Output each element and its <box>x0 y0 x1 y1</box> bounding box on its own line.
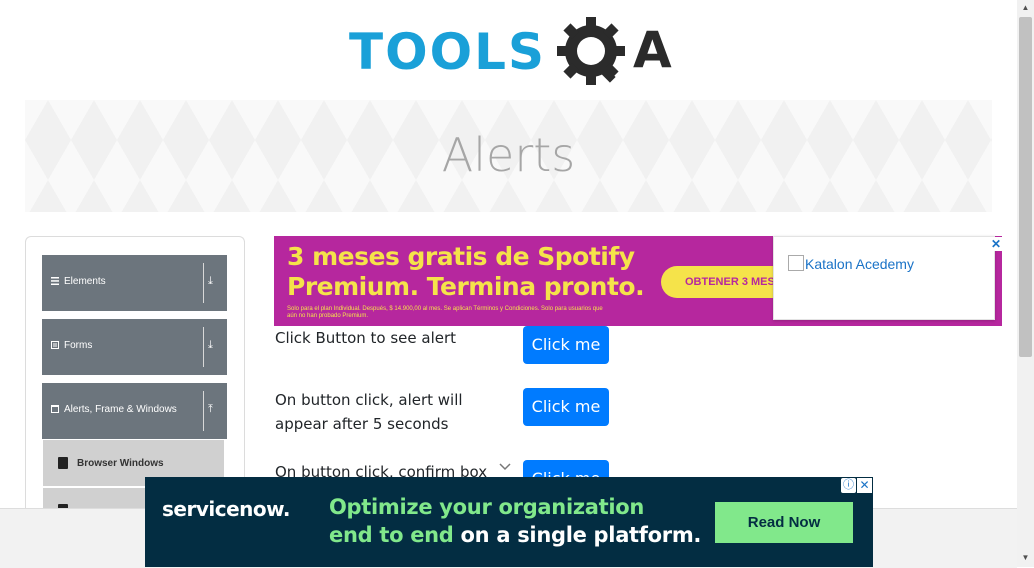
scroll-up-arrow-icon[interactable]: ▲ <box>1017 1 1034 15</box>
sidebar-group-forms[interactable]: Forms ⤓ <box>42 319 227 375</box>
vertical-scrollbar[interactable]: ▲ ▼ <box>1017 0 1034 567</box>
broken-image[interactable]: Katalon Acedemy <box>788 255 914 272</box>
timer-alert-label-line2: appear after 5 seconds <box>275 415 449 433</box>
servicenow-ad[interactable]: servicenow. Optimize your organization e… <box>145 477 873 567</box>
timer-alert-label-line1: On button click, alert will <box>275 391 463 409</box>
ad-headline-line2: end to end on a single platform. <box>329 523 702 547</box>
toolsqa-logo[interactable]: TOOLS A <box>349 16 679 90</box>
ad-close-icon[interactable]: ✕ <box>990 237 1002 251</box>
page-banner: Alerts <box>25 100 992 212</box>
alert-row-label: Click Button to see alert <box>275 329 457 347</box>
scrollbar-thumb[interactable] <box>1019 17 1032 357</box>
ad-headline-line2: Premium. Termina pronto. <box>287 272 645 301</box>
ad-headline-line1: Optimize your organization <box>329 495 645 519</box>
ad-close-icon[interactable]: ✕ <box>857 478 872 493</box>
sidebar-group-label: Elements <box>64 276 106 287</box>
collapse-icon[interactable]: ⤒ <box>208 403 213 416</box>
sidebar-group-elements[interactable]: Elements ⤓ <box>42 255 227 311</box>
read-now-button[interactable]: Read Now <box>715 502 853 543</box>
form-icon <box>51 341 59 349</box>
broken-image-icon <box>788 255 804 271</box>
page-title: Alerts <box>441 128 576 182</box>
sidebar-group-alerts-frame-windows[interactable]: Alerts, Frame & Windows ⤒ <box>42 383 227 439</box>
logo-gear-icon: A <box>557 17 672 85</box>
timer-alert-button[interactable]: Click me <box>523 388 609 426</box>
expand-icon[interactable]: ⤓ <box>208 339 213 352</box>
sidebar-item-label: Browser Windows <box>77 458 164 469</box>
expand-icon[interactable]: ⤓ <box>208 275 213 288</box>
servicenow-logo: servicenow. <box>162 497 290 521</box>
logo-text: TOOLS <box>349 23 546 81</box>
html5-icon <box>58 457 68 469</box>
divider <box>203 391 204 431</box>
ad-fine-print: Solo para el plan Individual. Después, $… <box>287 306 603 319</box>
divider <box>203 327 204 367</box>
sidebar-group-label: Forms <box>64 340 93 351</box>
katalon-ad[interactable]: Katalon Acedemy <box>773 236 995 320</box>
scroll-down-arrow-icon[interactable]: ▼ <box>1017 551 1034 565</box>
logo-suffix: A <box>633 21 672 79</box>
window-icon <box>51 405 59 413</box>
ad-info-icon[interactable]: ⓘ <box>841 478 856 493</box>
alert-button[interactable]: Click me <box>523 326 609 364</box>
menu-icon <box>51 277 59 285</box>
image-alt-text: Katalon Acedemy <box>805 256 914 272</box>
chevron-down-icon[interactable] <box>498 462 512 472</box>
ad-headline-line1: 3 meses gratis de Spotify <box>287 242 635 271</box>
sidebar-group-label: Alerts, Frame & Windows <box>64 404 177 415</box>
divider <box>203 263 204 303</box>
